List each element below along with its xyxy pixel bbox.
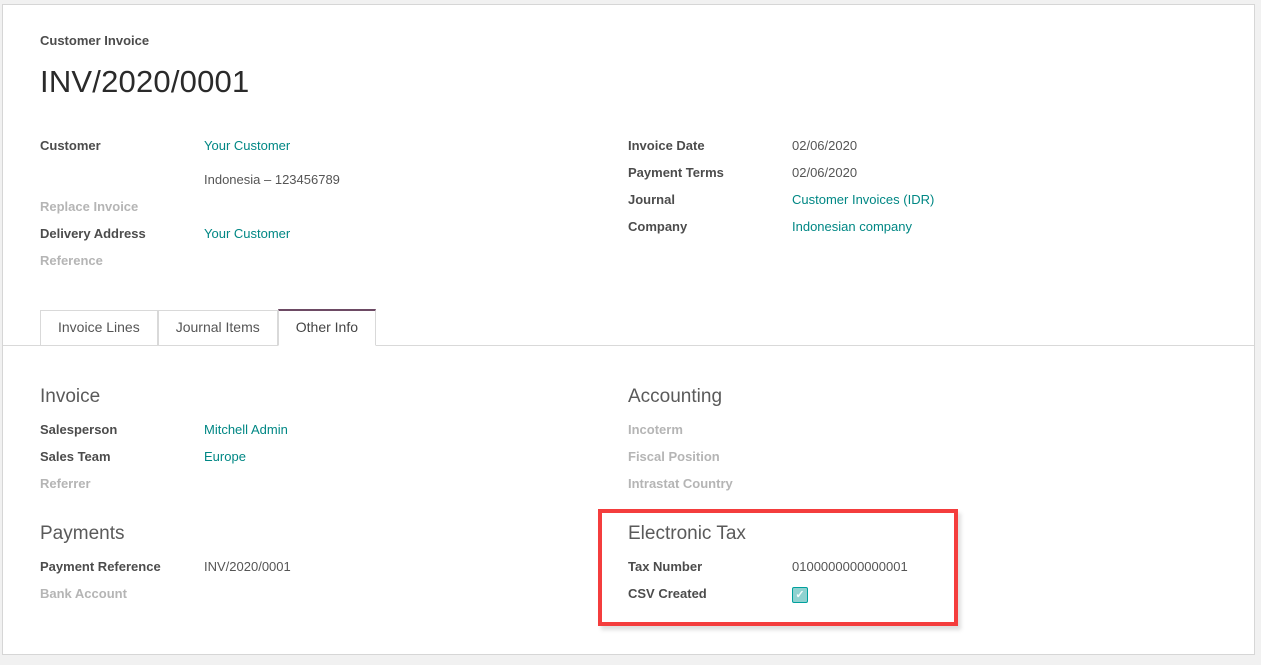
incoterm-field-row: Incoterm (628, 422, 1217, 441)
section-invoice: Invoice Salesperson Mitchell Admin Sales… (40, 386, 600, 495)
referrer-label: Referrer (40, 476, 204, 491)
salesperson-label: Salesperson (40, 422, 204, 437)
fiscal-position-label: Fiscal Position (628, 449, 792, 464)
journal-label: Journal (628, 192, 792, 207)
journal-field-row: Journal Customer Invoices (IDR) (628, 192, 1217, 211)
invoice-date-label: Invoice Date (628, 138, 792, 153)
invoice-header: Customer Invoice INV/2020/0001 Customer … (3, 5, 1254, 280)
document-type-label: Customer Invoice (40, 33, 1217, 48)
csv-created-label: CSV Created (628, 586, 792, 601)
customer-address-row: Indonesia – 123456789 (40, 172, 600, 191)
section-electronic-tax: Electronic Tax Tax Number 01000000000000… (628, 523, 1217, 605)
invoice-date-value: 02/06/2020 (792, 138, 857, 153)
other-info-left-column: Invoice Salesperson Mitchell Admin Sales… (40, 386, 600, 633)
tab-other-info[interactable]: Other Info (278, 309, 376, 346)
sales-team-field-row: Sales Team Europe (40, 449, 600, 468)
payment-terms-value: 02/06/2020 (792, 165, 857, 180)
payment-terms-label: Payment Terms (628, 165, 792, 180)
referrer-field-row: Referrer (40, 476, 600, 495)
tab-journal-items[interactable]: Journal Items (158, 310, 278, 345)
salesperson-field-row: Salesperson Mitchell Admin (40, 422, 600, 441)
bank-account-field-row: Bank Account (40, 586, 600, 605)
sales-team-link[interactable]: Europe (204, 449, 246, 464)
section-payments: Payments Payment Reference INV/2020/0001… (40, 523, 600, 605)
replace-invoice-field-row: Replace Invoice (40, 199, 600, 218)
company-label: Company (628, 219, 792, 234)
electronic-tax-section-title: Electronic Tax (628, 523, 1217, 545)
customer-link[interactable]: Your Customer (204, 138, 290, 153)
csv-created-checkbox[interactable]: ✓ (792, 587, 808, 603)
invoice-sheet: Customer Invoice INV/2020/0001 Customer … (2, 4, 1255, 655)
sales-team-label: Sales Team (40, 449, 204, 464)
tax-number-field-row: Tax Number 0100000000000001 (628, 559, 1217, 578)
customer-field-row: Customer Your Customer (40, 138, 600, 157)
notebook-tab-bar: Invoice Lines Journal Items Other Info (3, 310, 1254, 346)
accounting-section-title: Accounting (628, 386, 1217, 408)
header-right-column: Invoice Date 02/06/2020 Payment Terms 02… (628, 138, 1217, 280)
other-info-section-grid: Invoice Salesperson Mitchell Admin Sales… (40, 386, 1217, 633)
delivery-address-field-row: Delivery Address Your Customer (40, 226, 600, 245)
reference-field-row: Reference (40, 253, 600, 272)
invoice-section-title: Invoice (40, 386, 600, 408)
intrastat-country-label: Intrastat Country (628, 476, 792, 491)
payment-reference-field-row: Payment Reference INV/2020/0001 (40, 559, 600, 578)
tax-number-value: 0100000000000001 (792, 559, 908, 574)
intrastat-country-field-row: Intrastat Country (628, 476, 1217, 495)
customer-address-text: Indonesia – 123456789 (204, 172, 340, 187)
invoice-date-field-row: Invoice Date 02/06/2020 (628, 138, 1217, 157)
other-info-right-column: Accounting Incoterm Fiscal Position Intr… (628, 386, 1217, 633)
journal-link[interactable]: Customer Invoices (IDR) (792, 192, 934, 207)
checkmark-icon: ✓ (795, 590, 804, 601)
payments-section-title: Payments (40, 523, 600, 545)
bank-account-label: Bank Account (40, 586, 204, 601)
payment-reference-label: Payment Reference (40, 559, 204, 574)
delivery-address-link[interactable]: Your Customer (204, 226, 290, 241)
company-field-row: Company Indonesian company (628, 219, 1217, 238)
customer-label: Customer (40, 138, 204, 153)
payment-terms-field-row: Payment Terms 02/06/2020 (628, 165, 1217, 184)
fiscal-position-field-row: Fiscal Position (628, 449, 1217, 468)
header-field-grid: Customer Your Customer Indonesia – 12345… (40, 138, 1217, 280)
salesperson-link[interactable]: Mitchell Admin (204, 422, 288, 437)
section-accounting: Accounting Incoterm Fiscal Position Intr… (628, 386, 1217, 495)
header-left-column: Customer Your Customer Indonesia – 12345… (40, 138, 600, 280)
tax-number-label: Tax Number (628, 559, 792, 574)
invoice-number-title: INV/2020/0001 (40, 64, 1217, 100)
payment-reference-value: INV/2020/0001 (204, 559, 291, 574)
replace-invoice-label: Replace Invoice (40, 199, 204, 214)
tab-invoice-lines[interactable]: Invoice Lines (40, 310, 158, 345)
incoterm-label: Incoterm (628, 422, 792, 437)
csv-created-field-row: CSV Created ✓ (628, 586, 1217, 605)
company-link[interactable]: Indonesian company (792, 219, 912, 234)
other-info-tab-content: Invoice Salesperson Mitchell Admin Sales… (3, 346, 1254, 633)
reference-label: Reference (40, 253, 204, 268)
delivery-address-label: Delivery Address (40, 226, 204, 241)
